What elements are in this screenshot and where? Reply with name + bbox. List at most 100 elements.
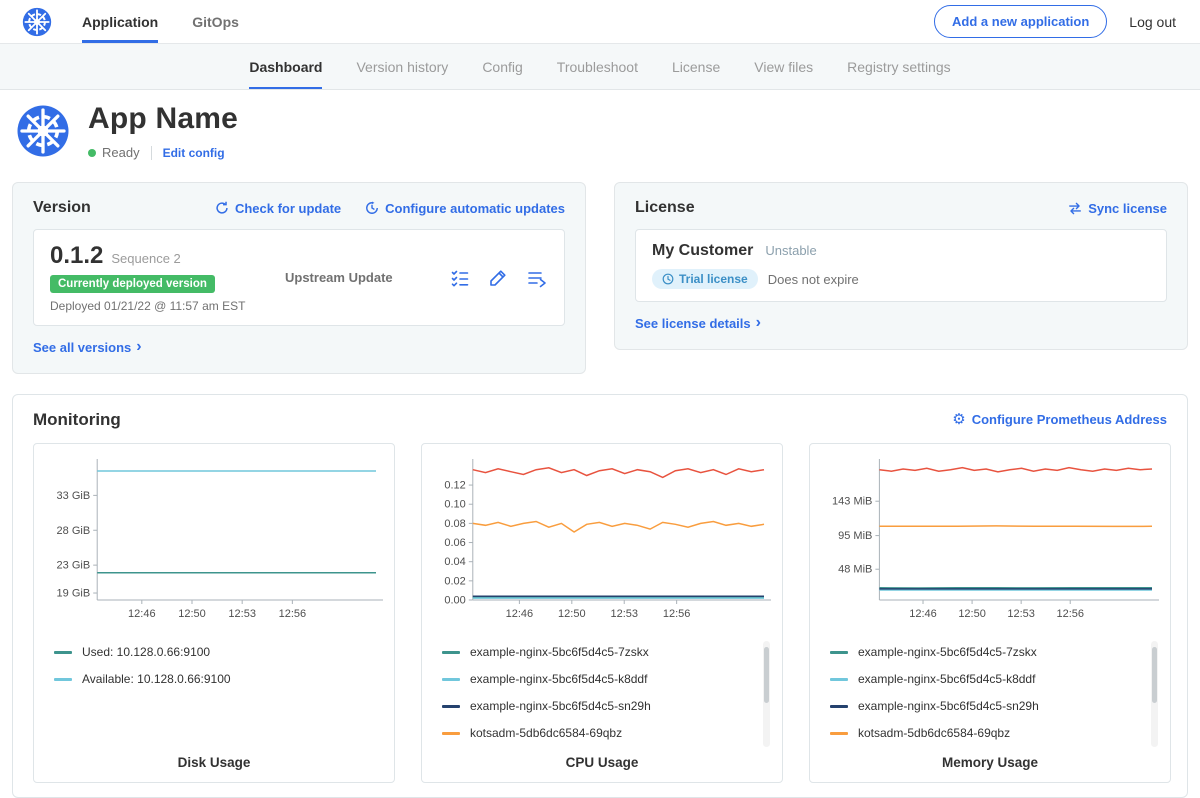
license-expiration: Does not expire [768,272,859,287]
version-actions [450,268,548,288]
svg-text:12:50: 12:50 [178,608,206,620]
configure-automatic-updates-label: Configure automatic updates [385,201,565,216]
logout-button[interactable]: Log out [1129,14,1176,30]
legend-item[interactable]: example-nginx-5bc6f5d4c5-sn29h [830,693,1144,720]
legend-item[interactable]: example-nginx-5bc6f5d4c5-sn29h [442,693,756,720]
cpu-usage-plot: 0.000.020.040.060.080.100.1212:4612:5012… [432,454,772,631]
topnav-tab-gitops[interactable]: GitOps [192,0,239,43]
subnav-tab-version-history[interactable]: Version history [356,44,448,89]
svg-text:0.00: 0.00 [444,594,465,606]
legend-label: example-nginx-5bc6f5d4c5-k8ddf [858,672,1035,686]
subnav-tab-troubleshoot[interactable]: Troubleshoot [557,44,638,89]
current-version-card: 0.1.2 Sequence 2 Currently deployed vers… [33,229,565,326]
legend-item[interactable]: kotsadm-5db6dc6584-69qbz [442,720,756,747]
legend-item[interactable]: example-nginx-5bc6f5d4c5-k8ddf [830,666,1144,693]
monitoring-title: Monitoring [33,410,121,430]
svg-text:23 GiB: 23 GiB [57,559,91,571]
clock-refresh-icon [365,201,379,215]
chart-title: CPU Usage [432,749,772,770]
refresh-icon [215,201,229,215]
version-sequence: Sequence 2 [111,251,180,266]
legend-item[interactable]: example-nginx-5bc6f5d4c5-7zskx [830,639,1144,666]
legend-label: example-nginx-5bc6f5d4c5-sn29h [470,699,651,713]
divider [151,146,152,160]
legend-item[interactable]: Available: 10.128.0.66:9100 [54,666,368,693]
legend-swatch [830,678,848,681]
legend-label: Available: 10.128.0.66:9100 [82,672,231,686]
check-for-update-link[interactable]: Check for update [215,201,341,216]
legend-swatch [442,705,460,708]
svg-text:12:53: 12:53 [610,608,638,620]
currently-deployed-badge: Currently deployed version [50,275,215,293]
legend-label: kotsadm-5db6dc6584-69qbz [858,726,1010,740]
legend-item[interactable]: kotsadm-5db6dc6584-69qbz [830,720,1144,747]
topnav-tab-application[interactable]: Application [82,0,158,43]
version-card: Version Check for update Configure autom… [12,182,586,374]
sync-license-label: Sync license [1088,201,1167,216]
subnav-tab-view-files[interactable]: View files [754,44,813,89]
check-for-update-label: Check for update [235,201,341,216]
svg-text:0.04: 0.04 [444,556,465,568]
svg-text:48 MiB: 48 MiB [838,563,872,575]
add-new-application-button[interactable]: Add a new application [934,5,1107,38]
deployed-timestamp: Deployed 01/21/22 @ 11:57 am EST [50,299,285,313]
release-notes-icon[interactable] [450,268,470,288]
app-icon [16,104,70,158]
svg-text:12:46: 12:46 [909,608,937,620]
memory-usage-chart: 48 MiB95 MiB143 MiB12:4612:5012:5312:56 … [809,443,1171,783]
license-card-header: License Sync license [635,199,1167,217]
app-name-title: App Name [88,102,238,136]
scrollbar-thumb[interactable] [1152,647,1157,703]
cpu-usage-legend: example-nginx-5bc6f5d4c5-7zskxexample-ng… [432,639,772,749]
memory-usage-legend: example-nginx-5bc6f5d4c5-7zskx example-ng… [820,639,1160,749]
monitoring-header: Monitoring ⚙ Configure Prometheus Addres… [33,410,1167,430]
svg-text:0.06: 0.06 [444,537,465,549]
chart-canvas: 0.000.020.040.060.080.100.1212:4612:5012… [432,454,772,626]
configure-automatic-updates-link[interactable]: Configure automatic updates [365,201,565,216]
subnav-tab-config[interactable]: Config [482,44,522,89]
legend-label: Used: 10.128.0.66:9100 [82,645,210,659]
config-edit-icon[interactable] [488,268,508,288]
legend-scrollbar[interactable] [763,641,770,747]
legend-swatch [54,678,72,681]
version-number: 0.1.2 [50,242,103,270]
subnav-tab-license[interactable]: License [672,44,720,89]
legend-scrollbar[interactable] [1151,641,1158,747]
svg-text:19 GiB: 19 GiB [57,587,91,599]
chevron-right-icon: › [136,339,141,355]
svg-text:12:56: 12:56 [1056,608,1084,620]
legend-item[interactable]: Used: 10.128.0.66:9100 [54,639,368,666]
clock-icon [662,273,674,285]
monitoring-card: Monitoring ⚙ Configure Prometheus Addres… [12,394,1188,798]
deploy-logs-icon[interactable] [526,268,548,288]
svg-text:33 GiB: 33 GiB [57,489,91,501]
scrollbar-thumb[interactable] [764,647,769,703]
svg-text:12:53: 12:53 [1007,608,1035,620]
legend-item[interactable]: example-nginx-5bc6f5d4c5-7zskx [442,639,756,666]
subnav-tab-dashboard[interactable]: Dashboard [249,44,322,89]
license-card-title: License [635,199,695,217]
ready-status-dot [88,149,96,157]
subnav-tab-registry-settings[interactable]: Registry settings [847,44,950,89]
legend-swatch [830,705,848,708]
configure-prometheus-label: Configure Prometheus Address [972,412,1167,427]
chart-canvas: 48 MiB95 MiB143 MiB12:4612:5012:5312:56 [820,454,1160,626]
upstream-update-label: Upstream Update [285,270,393,285]
kubernetes-logo-icon[interactable] [22,0,52,43]
trial-license-badge: Trial license [652,269,758,289]
summary-cards-row: Version Check for update Configure autom… [0,182,1200,374]
svg-text:12:53: 12:53 [228,608,256,620]
disk-usage-legend: Used: 10.128.0.66:9100 Available: 10.128.… [44,639,384,749]
see-all-versions-link[interactable]: See all versions › [33,339,142,355]
sync-license-link[interactable]: Sync license [1068,201,1167,216]
legend-label: example-nginx-5bc6f5d4c5-7zskx [858,645,1037,659]
chart-title: Memory Usage [820,749,1160,770]
edit-config-link[interactable]: Edit config [163,146,225,160]
configure-prometheus-link[interactable]: ⚙ Configure Prometheus Address [952,412,1167,427]
customer-name: My Customer [652,242,753,260]
trial-license-label: Trial license [679,272,748,286]
legend-item[interactable]: example-nginx-5bc6f5d4c5-k8ddf [442,666,756,693]
svg-text:0.08: 0.08 [444,517,465,529]
license-card: License Sync license My Customer Unstabl… [614,182,1188,350]
see-license-details-link[interactable]: See license details › [635,315,761,331]
